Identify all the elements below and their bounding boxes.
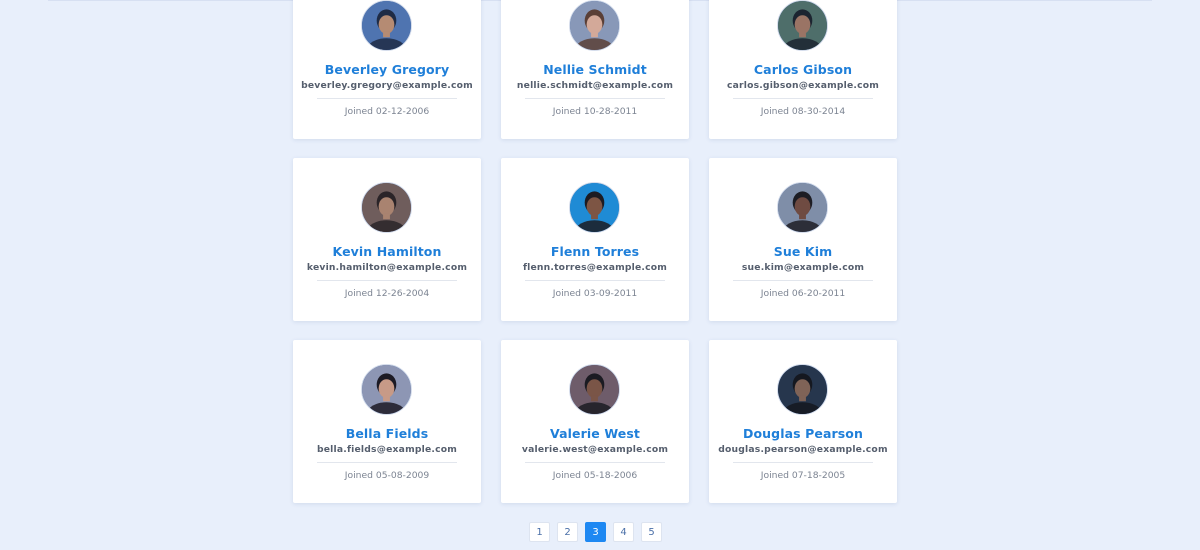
user-name[interactable]: Carlos Gibson bbox=[709, 62, 897, 77]
avatar bbox=[361, 182, 412, 233]
user-card[interactable]: Flenn Torres flenn.torres@example.com Jo… bbox=[501, 158, 689, 321]
card-divider bbox=[733, 98, 873, 99]
user-card[interactable]: Bella Fields bella.fields@example.com Jo… bbox=[293, 340, 481, 503]
page-button-5[interactable]: 5 bbox=[641, 522, 662, 542]
user-card[interactable]: Valerie West valerie.west@example.com Jo… bbox=[501, 340, 689, 503]
user-email: carlos.gibson@example.com bbox=[726, 80, 880, 91]
user-email: valerie.west@example.com bbox=[521, 444, 669, 455]
user-email: beverley.gregory@example.com bbox=[301, 80, 473, 91]
user-card[interactable]: Carlos Gibson carlos.gibson@example.com … bbox=[709, 0, 897, 139]
user-name[interactable]: Flenn Torres bbox=[501, 244, 689, 259]
user-email: flenn.torres@example.com bbox=[522, 262, 668, 273]
user-email: bella.fields@example.com bbox=[316, 444, 458, 455]
user-name[interactable]: Kevin Hamilton bbox=[293, 244, 481, 259]
card-divider bbox=[525, 98, 665, 99]
avatar bbox=[361, 0, 412, 51]
card-divider bbox=[733, 462, 873, 463]
avatar bbox=[361, 364, 412, 415]
avatar bbox=[777, 0, 828, 51]
card-divider bbox=[317, 280, 457, 281]
avatar bbox=[569, 364, 620, 415]
card-divider bbox=[733, 280, 873, 281]
joined-date: Joined 05-08-2009 bbox=[344, 470, 430, 481]
joined-date: Joined 03-09-2011 bbox=[552, 288, 638, 299]
joined-date: Joined 05-18-2006 bbox=[552, 470, 638, 481]
user-name[interactable]: Beverley Gregory bbox=[293, 62, 481, 77]
card-divider bbox=[525, 280, 665, 281]
page-button-2[interactable]: 2 bbox=[557, 522, 578, 542]
card-divider bbox=[317, 462, 457, 463]
card-divider bbox=[525, 462, 665, 463]
user-name[interactable]: Douglas Pearson bbox=[709, 426, 897, 441]
avatar bbox=[777, 182, 828, 233]
avatar bbox=[569, 0, 620, 51]
page-button-1[interactable]: 1 bbox=[529, 522, 550, 542]
user-name[interactable]: Sue Kim bbox=[709, 244, 897, 259]
user-card[interactable]: Kevin Hamilton kevin.hamilton@example.co… bbox=[293, 158, 481, 321]
user-card[interactable]: Nellie Schmidt nellie.schmidt@example.co… bbox=[501, 0, 689, 139]
avatar bbox=[777, 364, 828, 415]
user-card[interactable]: Sue Kim sue.kim@example.com Joined 06-20… bbox=[709, 158, 897, 321]
avatar bbox=[569, 182, 620, 233]
user-name[interactable]: Nellie Schmidt bbox=[501, 62, 689, 77]
user-email: sue.kim@example.com bbox=[741, 262, 865, 273]
joined-date: Joined 10-28-2011 bbox=[552, 106, 638, 117]
joined-date: Joined 06-20-2011 bbox=[760, 288, 846, 299]
joined-date: Joined 08-30-2014 bbox=[760, 106, 846, 117]
user-email: douglas.pearson@example.com bbox=[718, 444, 888, 455]
page-button-4[interactable]: 4 bbox=[613, 522, 634, 542]
user-name[interactable]: Bella Fields bbox=[293, 426, 481, 441]
user-name[interactable]: Valerie West bbox=[501, 426, 689, 441]
card-divider bbox=[317, 98, 457, 99]
joined-date: Joined 02-12-2006 bbox=[344, 106, 430, 117]
joined-date: Joined 07-18-2005 bbox=[760, 470, 846, 481]
user-email: nellie.schmidt@example.com bbox=[516, 80, 674, 91]
user-grid: Beverley Gregory beverley.gregory@exampl… bbox=[293, 0, 897, 503]
joined-date: Joined 12-26-2004 bbox=[344, 288, 430, 299]
pagination: 1 2 3 4 5 bbox=[529, 522, 662, 542]
page-button-3[interactable]: 3 bbox=[585, 522, 606, 542]
user-card[interactable]: Beverley Gregory beverley.gregory@exampl… bbox=[293, 0, 481, 139]
user-email: kevin.hamilton@example.com bbox=[306, 262, 468, 273]
user-card[interactable]: Douglas Pearson douglas.pearson@example.… bbox=[709, 340, 897, 503]
